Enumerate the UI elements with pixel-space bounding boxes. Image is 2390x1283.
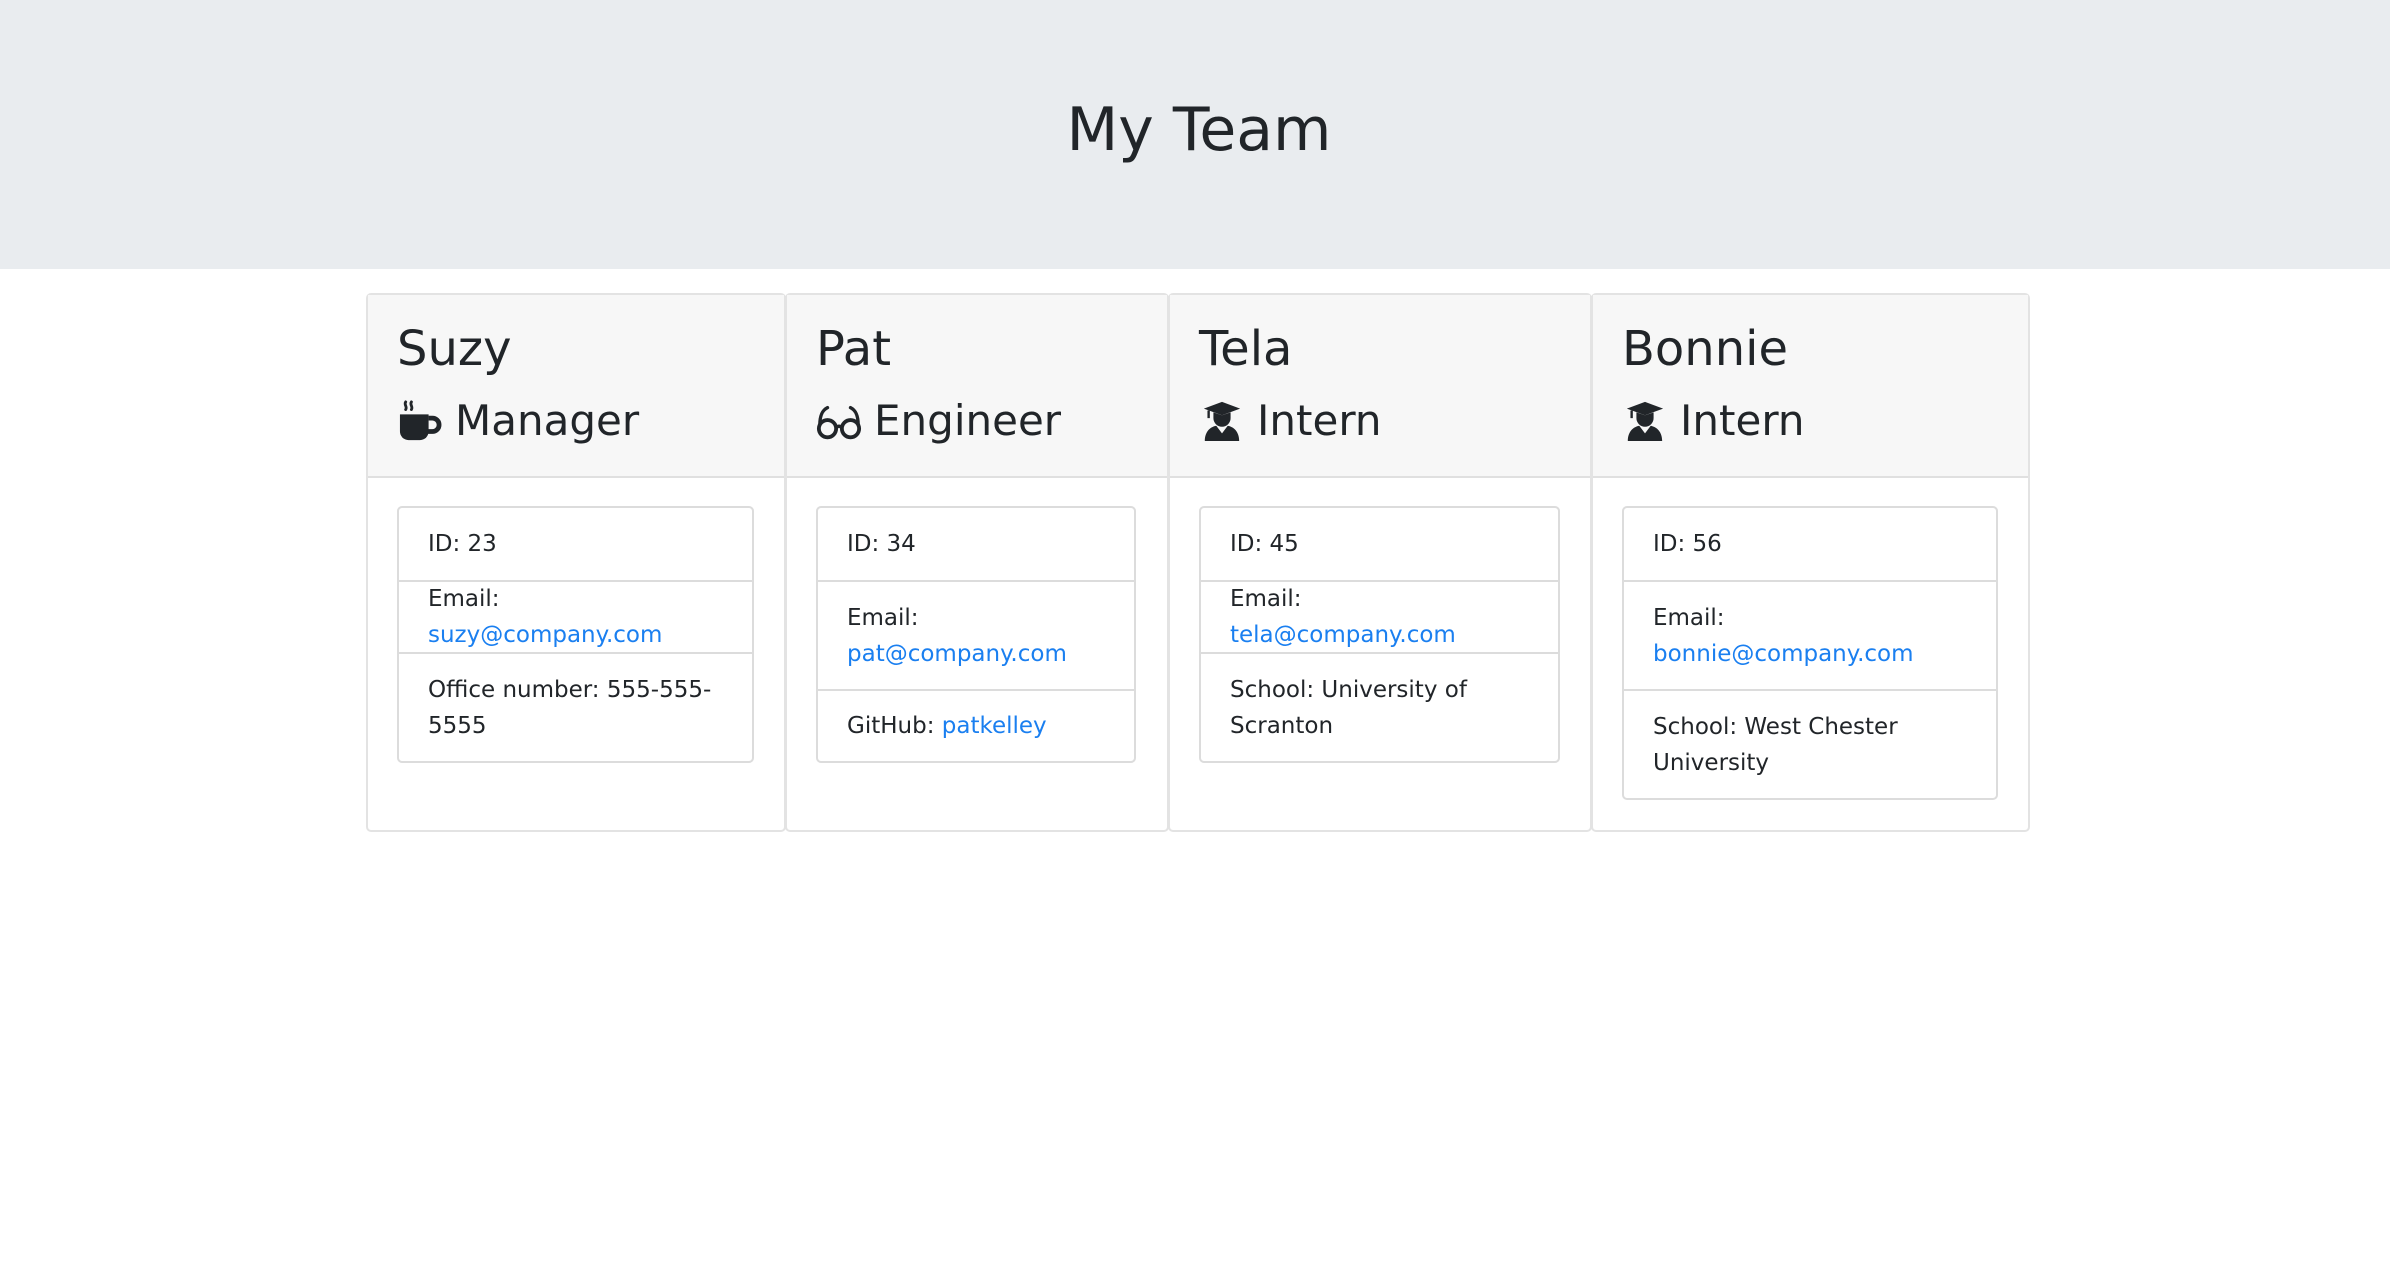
employee-name: Pat — [816, 321, 892, 377]
email-link[interactable]: bonnie@company.com — [1653, 636, 1967, 672]
office-number-text: Office number: 555-555-5555 — [428, 676, 712, 739]
email-label: Email: — [1653, 604, 1725, 631]
list-item-id: ID: 23 — [399, 508, 752, 580]
card-header: Pat Engineer — [787, 295, 1167, 478]
header-banner: My Team — [0, 0, 2390, 269]
id-text: ID: 56 — [1653, 531, 1722, 557]
list-item-email: Email: tela@company.com — [1201, 580, 1558, 652]
list-item-school: School: West Chester University — [1624, 689, 1996, 798]
details-list: ID: 34 Email: pat@company.com GitHub: pa… — [816, 506, 1136, 763]
list-item-github: GitHub: patkelley — [818, 689, 1134, 761]
page-title: My Team — [1066, 95, 1332, 165]
id-text: ID: 23 — [428, 531, 497, 557]
list-item-id: ID: 45 — [1201, 508, 1558, 580]
graduate-icon — [1622, 400, 1668, 442]
email-link[interactable]: tela@company.com — [1230, 622, 1456, 648]
employee-name: Bonnie — [1622, 321, 1789, 377]
details-list: ID: 23 Email: suzy@company.com Office nu… — [397, 506, 754, 763]
employee-name: Tela — [1199, 321, 1293, 377]
role-label: Manager — [455, 396, 640, 445]
github-label: GitHub: — [847, 713, 942, 739]
email-label: Email: — [847, 604, 919, 631]
id-text: ID: 45 — [1230, 531, 1299, 557]
email-link[interactable]: pat@company.com — [847, 636, 1105, 672]
role-label: Intern — [1257, 396, 1382, 445]
employee-card-suzy: Suzy Manager ID: 23 Email: suzy@company.… — [366, 293, 786, 832]
school-text: School: University of Scranton — [1230, 676, 1467, 739]
details-list: ID: 45 Email: tela@company.com School: U… — [1199, 506, 1560, 763]
role-label: Engineer — [874, 396, 1062, 445]
list-item-office: Office number: 555-555-5555 — [399, 652, 752, 761]
list-item-email: Email: pat@company.com — [818, 580, 1134, 689]
card-header: Tela Intern — [1170, 295, 1590, 478]
coffee-mug-icon — [397, 400, 443, 442]
school-text: School: West Chester University — [1653, 713, 1898, 776]
github-link[interactable]: patkelley — [942, 713, 1047, 739]
email-link[interactable]: suzy@company.com — [428, 622, 662, 648]
employee-card-tela: Tela Intern ID: 45 Email: tela@company.c… — [1168, 293, 1592, 832]
email-label: Email: — [428, 586, 500, 612]
role-label: Intern — [1680, 396, 1805, 445]
list-item-email: Email: bonnie@company.com — [1624, 580, 1996, 689]
employee-name: Suzy — [397, 321, 512, 377]
employee-role: Engineer — [816, 389, 1061, 453]
employee-role: Intern — [1622, 389, 1804, 453]
id-text: ID: 34 — [847, 531, 916, 557]
employee-role: Intern — [1199, 389, 1381, 453]
list-item-school: School: University of Scranton — [1201, 652, 1558, 761]
card-header: Suzy Manager — [368, 295, 784, 478]
card-header: Bonnie Intern — [1593, 295, 2028, 478]
details-list: ID: 56 Email: bonnie@company.com School:… — [1622, 506, 1998, 800]
employee-card-pat: Pat Engineer ID: 34 Email: pat@company.c… — [785, 293, 1169, 832]
employee-card-bonnie: Bonnie Intern ID: 56 Email: bonnie@compa… — [1591, 293, 2030, 832]
list-item-id: ID: 34 — [818, 508, 1134, 580]
glasses-icon — [816, 400, 862, 442]
list-item-email: Email: suzy@company.com — [399, 580, 752, 652]
list-item-id: ID: 56 — [1624, 508, 1996, 580]
graduate-icon — [1199, 400, 1245, 442]
employee-role: Manager — [397, 389, 639, 453]
email-label: Email: — [1230, 586, 1302, 612]
